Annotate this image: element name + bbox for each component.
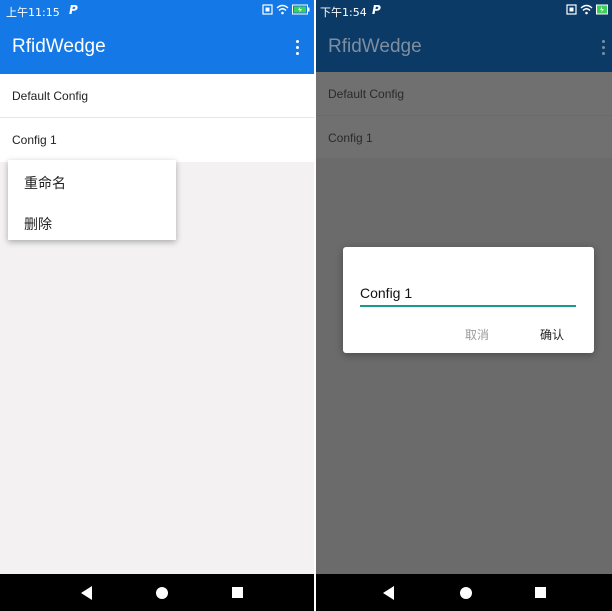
navigation-bar [0, 574, 314, 611]
config-name-input[interactable]: Config 1 [360, 285, 576, 307]
carrier-icon: P [372, 3, 381, 17]
overflow-menu-icon[interactable] [294, 37, 300, 59]
cancel-button[interactable]: 取消 [465, 326, 489, 343]
list-item-default-config[interactable]: Default Config [0, 74, 314, 118]
vibrate-icon [566, 4, 577, 15]
status-time: 上午11:15 [6, 6, 60, 19]
context-menu: 重命名 删除 [8, 160, 176, 240]
right-screen: 下午1:54 P RfidWedge Default Config Config… [316, 0, 612, 611]
vibrate-icon [262, 4, 273, 15]
app-bar: RfidWedge [0, 22, 314, 74]
status-bar: 上午11:15 P [0, 0, 314, 22]
status-time: 下午1:54 [320, 6, 367, 19]
back-icon[interactable] [81, 586, 92, 600]
home-icon[interactable] [460, 587, 472, 599]
list-item-label: Config 1 [328, 131, 373, 145]
list-item-label: Default Config [328, 87, 405, 101]
status-icons [262, 4, 310, 15]
list-item-label: Config 1 [12, 133, 57, 147]
list-item-config-1[interactable]: Config 1 [316, 116, 612, 160]
recent-apps-icon[interactable] [232, 587, 243, 598]
list-item-default-config[interactable]: Default Config [316, 72, 612, 116]
recent-apps-icon[interactable] [535, 587, 546, 598]
screen-dim-overlay [316, 158, 612, 574]
app-title: RfidWedge [12, 36, 106, 57]
home-icon[interactable] [156, 587, 168, 599]
left-screen: 上午11:15 P RfidWedge Default Config Confi… [0, 0, 314, 611]
rename-dialog: Config 1 取消 确认 [343, 247, 594, 353]
menu-item-rename[interactable]: 重命名 [24, 173, 66, 193]
carrier-icon: P [69, 3, 78, 17]
app-title: RfidWedge [328, 36, 422, 57]
back-icon[interactable] [383, 586, 394, 600]
status-icons [566, 4, 608, 15]
status-bar: 下午1:54 P [316, 0, 612, 22]
menu-item-delete[interactable]: 删除 [24, 214, 52, 234]
navigation-bar [316, 574, 612, 611]
battery-icon [596, 4, 608, 15]
confirm-button[interactable]: 确认 [540, 326, 564, 343]
list-item-config-1[interactable]: Config 1 [0, 118, 314, 162]
battery-icon [292, 4, 310, 15]
overflow-menu-icon[interactable] [600, 37, 606, 59]
wifi-icon [580, 4, 593, 15]
list-item-label: Default Config [12, 89, 89, 103]
app-bar: RfidWedge [316, 22, 612, 72]
wifi-icon [276, 4, 289, 15]
